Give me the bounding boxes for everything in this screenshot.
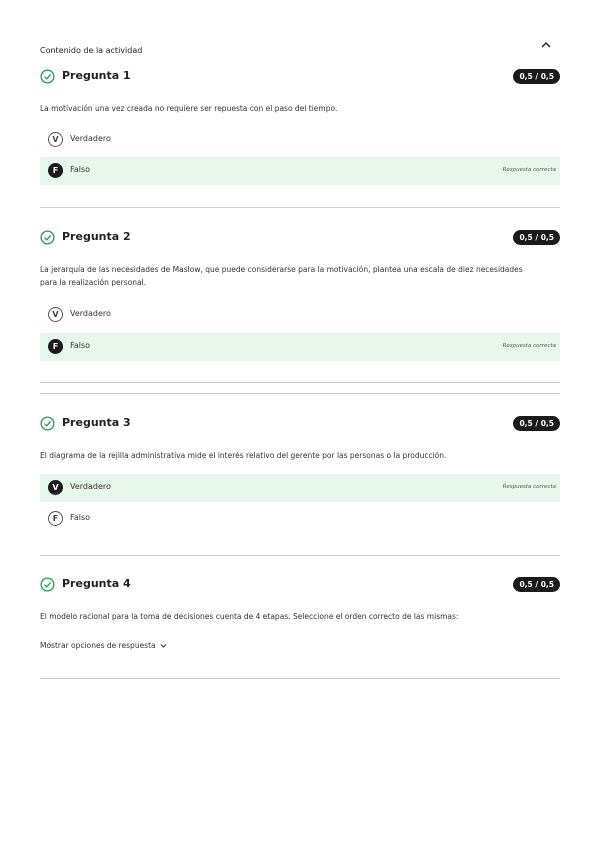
question-3: Pregunta 3 0,5 / 0,5 El diagrama de la r… <box>40 415 560 526</box>
option-verdadero[interactable]: V Verdadero <box>40 301 560 329</box>
question-2: Pregunta 2 0,5 / 0,5 La jerarquía de las… <box>40 229 560 361</box>
show-options-label: Mostrar opciones de respuesta <box>40 641 156 650</box>
option-label: Verdadero <box>70 482 111 491</box>
score-badge: 0,5 / 0,5 <box>513 230 560 245</box>
question-text: El diagrama de la rejilla administrativa… <box>40 451 447 460</box>
option-falso[interactable]: F Falso <box>40 505 560 533</box>
option-label: Falso <box>70 165 91 174</box>
divider <box>40 678 560 679</box>
check-circle-icon <box>40 577 55 592</box>
show-answer-options-link[interactable]: Mostrar opciones de respuesta <box>40 641 167 650</box>
option-label: Falso <box>70 513 91 522</box>
question-text: La motivación una vez creada no requiere… <box>40 104 338 113</box>
correct-answer-label: Respuesta correcta <box>502 167 556 173</box>
chevron-down-icon <box>160 644 167 648</box>
question-text: El modelo racional para la toma de decis… <box>40 612 459 621</box>
divider <box>40 382 560 383</box>
activity-content-header: Contenido de la actividad <box>40 38 560 55</box>
option-letter: F <box>48 163 63 178</box>
question-title: Pregunta 2 <box>62 230 131 243</box>
divider <box>40 555 560 556</box>
question-text: La jerarquía de las necesidades de Maslo… <box>40 265 523 287</box>
option-letter: V <box>48 480 63 495</box>
option-falso[interactable]: F Falso Respuesta correcta <box>40 333 560 361</box>
question-4: Pregunta 4 0,5 / 0,5 El modelo racional … <box>40 576 560 650</box>
score-badge: 0,5 / 0,5 <box>513 69 560 84</box>
option-falso[interactable]: F Falso Respuesta correcta <box>40 157 560 185</box>
chevron-up-icon[interactable] <box>540 40 552 50</box>
score-badge: 0,5 / 0,5 <box>513 416 560 431</box>
question-title: Pregunta 3 <box>62 416 131 429</box>
correct-answer-label: Respuesta correcta <box>502 484 556 490</box>
option-label: Falso <box>70 341 91 350</box>
score-badge: 0,5 / 0,5 <box>513 577 560 592</box>
option-verdadero[interactable]: V Verdadero <box>40 126 560 154</box>
divider <box>40 393 560 394</box>
option-verdadero[interactable]: V Verdadero Respuesta correcta <box>40 474 560 502</box>
check-circle-icon <box>40 230 55 245</box>
option-letter: F <box>48 511 63 526</box>
correct-answer-label: Respuesta correcta <box>502 343 556 349</box>
question-title: Pregunta 1 <box>62 69 131 82</box>
check-circle-icon <box>40 416 55 431</box>
question-1: Pregunta 1 0,5 / 0,5 La motivación una v… <box>40 68 560 185</box>
option-letter: F <box>48 339 63 354</box>
check-circle-icon <box>40 69 55 84</box>
divider <box>40 207 560 208</box>
question-title: Pregunta 4 <box>62 577 131 590</box>
option-letter: V <box>48 132 63 147</box>
option-label: Verdadero <box>70 134 111 143</box>
activity-content-title: Contenido de la actividad <box>40 46 143 55</box>
option-label: Verdadero <box>70 309 111 318</box>
option-letter: V <box>48 307 63 322</box>
